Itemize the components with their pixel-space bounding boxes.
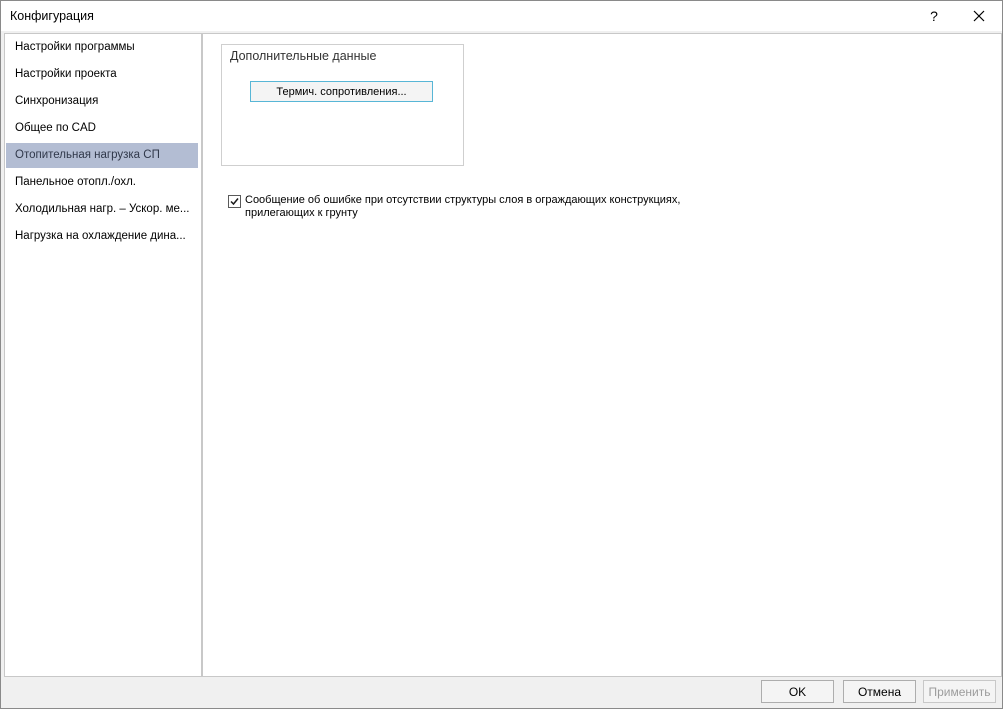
thermal-resistance-button[interactable]: Термич. сопротивления... xyxy=(250,81,433,102)
sidebar-item-synchronization[interactable]: Синхронизация xyxy=(6,89,198,114)
close-icon xyxy=(973,10,985,22)
sidebar-item-project-settings[interactable]: Настройки проекта xyxy=(6,62,198,87)
window-title: Конфигурация xyxy=(10,9,94,23)
checkmark-icon xyxy=(230,198,239,206)
cancel-button[interactable]: Отмена xyxy=(843,680,916,703)
apply-button[interactable]: Применить xyxy=(923,680,996,703)
ground-error-checkbox-label[interactable]: Сообщение об ошибке при отсутствии струк… xyxy=(245,194,745,220)
close-button[interactable] xyxy=(956,1,1002,31)
ground-error-checkbox[interactable] xyxy=(228,195,241,208)
sidebar-item-cad-general[interactable]: Общее по CAD xyxy=(6,116,198,141)
title-bar: Конфигурация ? xyxy=(1,1,1002,31)
configuration-dialog: Конфигурация ? Настройки программы Настр… xyxy=(0,0,1003,709)
ok-button[interactable]: OK xyxy=(761,680,834,703)
sidebar-item-program-settings[interactable]: Настройки программы xyxy=(6,35,198,60)
sidebar-item-cooling-load-dynamic[interactable]: Нагрузка на охлаждение дина... xyxy=(6,224,198,249)
sidebar-item-panel-heating[interactable]: Панельное отопл./охл. xyxy=(6,170,198,195)
group-title: Дополнительные данные xyxy=(230,49,377,63)
help-button[interactable]: ? xyxy=(911,1,957,31)
category-list: Настройки программы Настройки проекта Си… xyxy=(4,33,202,677)
sidebar-item-cooling-load-fast[interactable]: Холодильная нагр. – Ускор. ме... xyxy=(6,197,198,222)
additional-data-group: Дополнительные данные Термич. сопротивле… xyxy=(221,44,464,166)
sidebar-item-heating-load[interactable]: Отопительная нагрузка СП xyxy=(6,143,198,168)
question-mark-icon: ? xyxy=(930,8,938,24)
settings-panel: Дополнительные данные Термич. сопротивле… xyxy=(202,33,1002,677)
